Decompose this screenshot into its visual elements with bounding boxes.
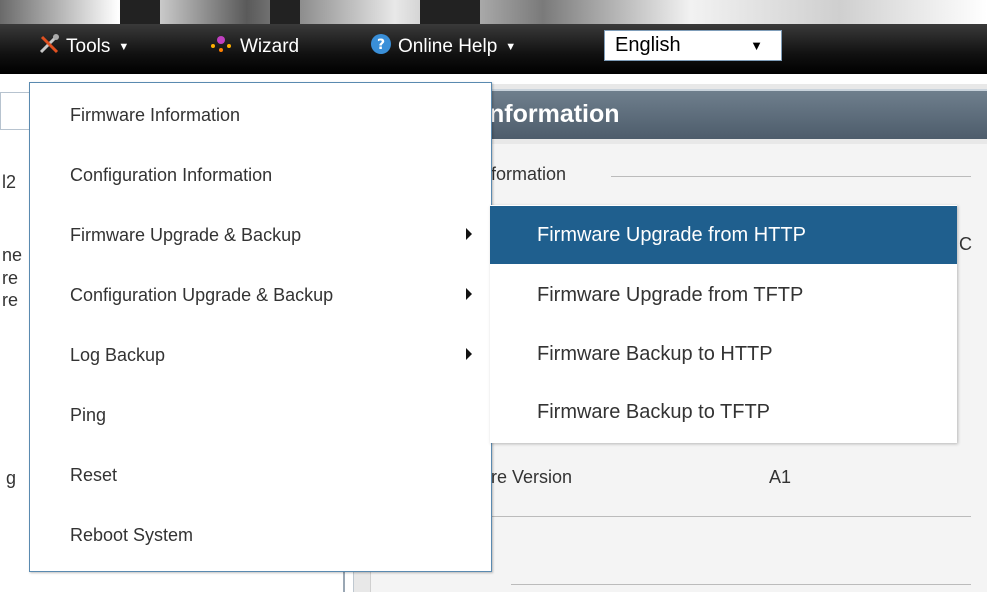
section-divider (611, 176, 971, 177)
menu-item-ping[interactable]: Ping (30, 385, 491, 445)
submenu-item-label: Firmware Backup to TFTP (537, 400, 771, 423)
tools-icon (38, 33, 60, 61)
wizard-button[interactable]: Wizard (208, 24, 299, 70)
help-label: Online Help (398, 36, 498, 57)
menu-item-label: Firmware Information (70, 104, 241, 125)
chevron-down-icon: ▼ (505, 41, 517, 53)
menu-item-reboot-system[interactable]: Reboot System (30, 505, 491, 565)
menu-item-label: Log Backup (70, 344, 166, 365)
language-value: English (615, 34, 681, 56)
submenu-item-label: Firmware Upgrade from HTTP (537, 223, 806, 246)
section-title: formation (491, 164, 567, 184)
menu-item-label: Reset (70, 464, 118, 485)
banner-shape (420, 0, 480, 24)
menu-item-label: Ping (70, 404, 107, 425)
tools-dropdown: Firmware Information Configuration Infor… (29, 82, 492, 572)
left-fragment: re (2, 290, 19, 310)
menu-item-label: Reboot System (70, 524, 194, 545)
wizard-icon (208, 34, 234, 60)
row-value: A1 (769, 467, 792, 487)
wizard-label: Wizard (240, 36, 300, 57)
submenu-item-backup-http[interactable]: Firmware Backup to HTTP (490, 325, 957, 383)
chevron-down-icon: ▼ (118, 41, 130, 53)
menu-item-configuration-upgrade-backup[interactable]: Configuration Upgrade & Backup (30, 265, 491, 325)
submenu-item-label: Firmware Upgrade from TFTP (537, 283, 804, 306)
left-fragment: g (6, 468, 17, 488)
left-fragment: l2 (2, 172, 17, 192)
row-label: re Version (491, 467, 573, 487)
svg-text:?: ? (377, 37, 385, 53)
submenu-item-upgrade-http[interactable]: Firmware Upgrade from HTTP (490, 206, 957, 264)
menu-item-label: Configuration Information (70, 164, 273, 185)
menu-item-configuration-information[interactable]: Configuration Information (30, 145, 491, 205)
left-tab-fragment (0, 92, 30, 130)
row-divider (491, 516, 971, 517)
dropdown-arrow-icon: ▼ (750, 38, 763, 53)
top-banner (0, 0, 987, 24)
language-select[interactable]: English ▼ (604, 30, 782, 61)
banner-shape (120, 0, 160, 24)
submenu-arrow-icon (466, 288, 472, 300)
submenu-item-label: Firmware Backup to HTTP (537, 342, 773, 365)
submenu-item-backup-tftp[interactable]: Firmware Backup to TFTP (490, 383, 957, 441)
menu-item-firmware-information[interactable]: Firmware Information (30, 85, 491, 145)
help-icon: ? (370, 33, 392, 61)
toolbar: Tools ▼ Wizard ? Online Help ▼ (0, 24, 987, 74)
menu-item-label: Firmware Upgrade & Backup (70, 224, 302, 245)
banner-shape (270, 0, 300, 24)
left-fragment: ne (2, 245, 23, 265)
menu-item-label: Configuration Upgrade & Backup (70, 284, 334, 305)
partial-text: C (959, 234, 972, 254)
firmware-submenu: Firmware Upgrade from HTTP Firmware Upgr… (490, 205, 957, 443)
menu-item-firmware-upgrade-backup[interactable]: Firmware Upgrade & Backup (30, 205, 491, 265)
left-fragment: re (2, 268, 19, 288)
menu-item-log-backup[interactable]: Log Backup (30, 325, 491, 385)
tools-menu[interactable]: Tools ▼ (38, 24, 129, 70)
tools-label: Tools (66, 36, 111, 57)
page-title: nformation (489, 100, 620, 128)
submenu-arrow-icon (466, 348, 472, 360)
menu-item-reset[interactable]: Reset (30, 445, 491, 505)
submenu-item-upgrade-tftp[interactable]: Firmware Upgrade from TFTP (490, 266, 957, 324)
online-help-menu[interactable]: ? Online Help ▼ (370, 24, 516, 70)
section-divider (511, 584, 971, 585)
submenu-arrow-icon (466, 228, 472, 240)
